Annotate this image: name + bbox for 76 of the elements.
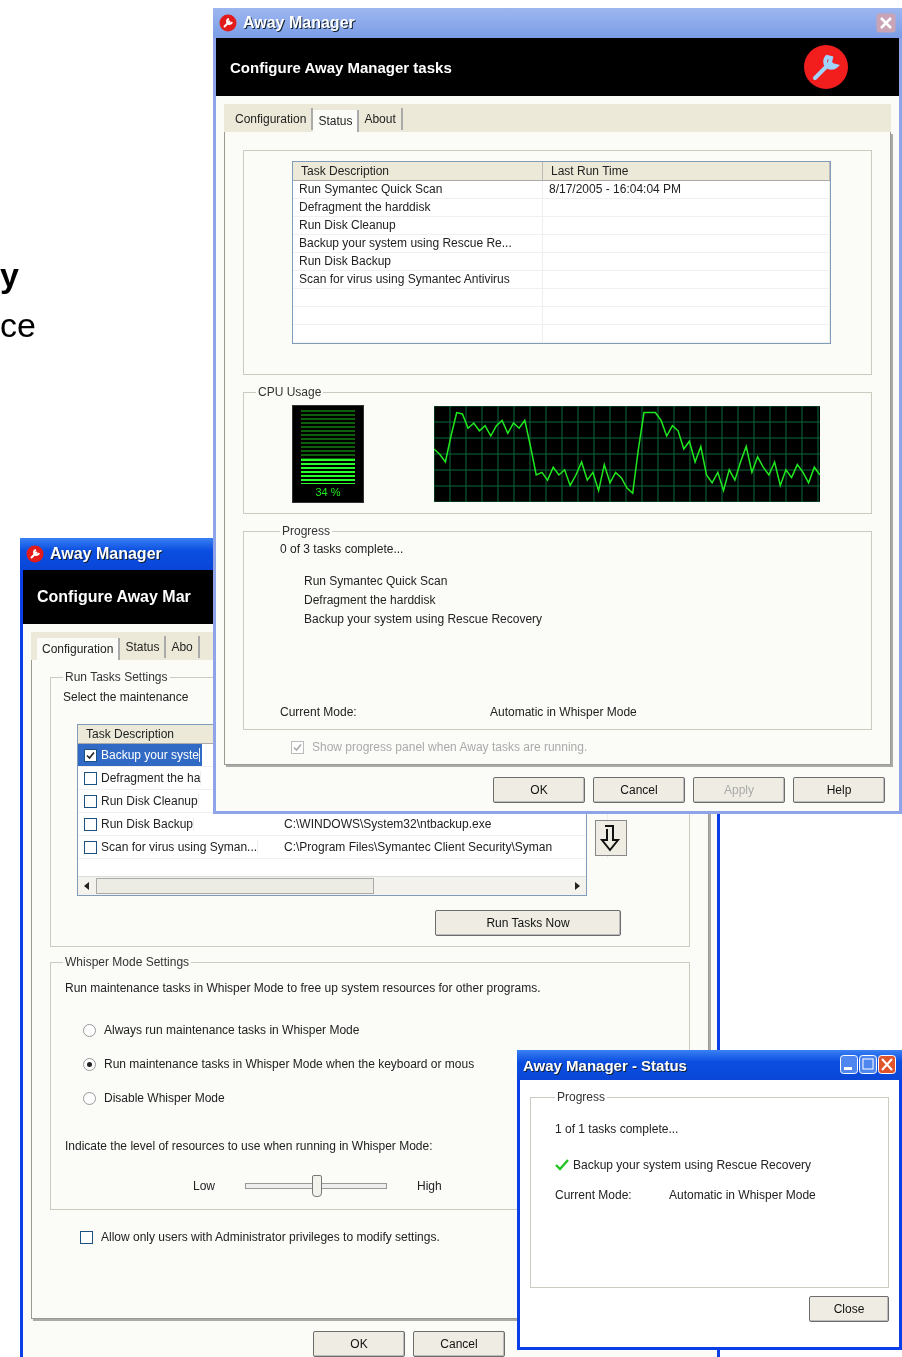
table-cell: Run Disk Cleanup <box>293 217 543 234</box>
tab[interactable]: Status <box>313 110 360 132</box>
table-cell: Backup your system using Rescue Re... <box>293 235 543 252</box>
dialog-button[interactable]: OK <box>313 1331 405 1357</box>
cpu-reading: 34 % <box>315 485 341 498</box>
slider-max-label: High <box>417 1179 442 1193</box>
completed-task: Backup your system using Rescue Recovery <box>573 1158 812 1172</box>
task-row[interactable]: Run Disk Backup <box>78 813 197 835</box>
task-row[interactable]: Defragment the ha <box>78 767 204 789</box>
group-label: Whisper Mode Settings <box>64 955 191 969</box>
tab[interactable]: Configuration <box>37 638 121 660</box>
checkbox[interactable] <box>84 840 97 854</box>
app-logo-icon <box>26 545 44 563</box>
pending-task: Run Symantec Quick Scan <box>304 574 449 588</box>
checkbox[interactable] <box>84 794 97 808</box>
checkbox[interactable] <box>80 1230 93 1244</box>
run-tasks-now-button[interactable]: Run Tasks Now <box>435 910 621 936</box>
pending-task: Defragment the harddisk <box>304 593 437 607</box>
table-cell: Run Symantec Quick Scan <box>293 181 543 198</box>
radio-button[interactable] <box>83 1023 96 1037</box>
slider-thumb[interactable] <box>312 1175 322 1197</box>
horizontal-scrollbar[interactable] <box>78 876 586 895</box>
checkbox[interactable] <box>84 817 97 831</box>
slider-min-label: Low <box>193 1179 215 1193</box>
checkbox[interactable] <box>84 771 97 785</box>
window-title: Away Manager - Status <box>523 1056 687 1074</box>
group-label: CPU Usage <box>257 385 323 399</box>
checkbox-label: Show progress panel when Away tasks are running. <box>312 740 588 754</box>
app-logo-icon <box>219 14 237 32</box>
window-controls-icon[interactable] <box>840 1055 896 1075</box>
column-header[interactable]: Task Description <box>78 725 183 743</box>
tab[interactable]: Abo <box>166 636 200 658</box>
dialog-button[interactable]: Cancel <box>413 1331 505 1357</box>
wrench-icon <box>803 44 849 90</box>
window-title: Away Manager <box>50 545 162 563</box>
description-text: Run maintenance tasks in Whisper Mode to free up system resources for other programs. <box>64 980 542 997</box>
table-cell: Defragment the harddisk <box>293 199 543 216</box>
radio-button[interactable] <box>83 1057 96 1071</box>
mode-label: Current Mode: <box>555 1188 633 1202</box>
mode-label: Current Mode: <box>280 705 358 719</box>
background-text: ce <box>0 308 36 342</box>
dialog-button[interactable]: Help <box>793 777 885 803</box>
checkbox[interactable] <box>84 748 97 762</box>
header-title: Configure Away Mar <box>37 588 191 606</box>
close-button[interactable]: Close <box>809 1296 889 1322</box>
pending-task: Backup your system using Rescue Recovery <box>304 612 544 626</box>
dialog-button[interactable]: OK <box>493 777 585 803</box>
level-prompt: Indicate the level of resources to use when running in Whisper Mode: <box>64 1138 434 1155</box>
table-cell: 8/17/2005 - 16:04:04 PM <box>543 181 830 198</box>
window-title: Away Manager <box>243 14 355 32</box>
radio-label: Always run maintenance tasks in Whisper Mode <box>104 1023 360 1037</box>
column-header[interactable]: Task Description <box>293 162 543 180</box>
task-row[interactable]: Run Disk Cleanup <box>78 790 201 812</box>
column-header[interactable]: Last Run Time <box>543 162 830 180</box>
task-row[interactable]: Backup your syste <box>78 744 203 766</box>
progress-summary: 0 of 3 tasks complete... <box>280 542 404 556</box>
mode-value: Automatic in Whisper Mode <box>669 1188 816 1202</box>
group-label: Progress <box>281 524 332 538</box>
progress-summary: 1 of 1 tasks complete... <box>555 1121 679 1136</box>
radio-label: Disable Whisper Mode <box>104 1091 225 1105</box>
tab[interactable]: About <box>359 108 403 130</box>
mode-value: Automatic in Whisper Mode <box>490 705 637 719</box>
group-label: Progress <box>556 1090 607 1104</box>
dialog-button[interactable]: Cancel <box>593 777 685 803</box>
table-cell: Scan for virus using Symantec Antivirus <box>293 271 543 288</box>
move-down-icon[interactable] <box>595 820 627 856</box>
table-cell: Run Disk Backup <box>293 253 543 270</box>
task-row[interactable]: Scan for virus using Syman... <box>78 836 261 858</box>
group-label: Run Tasks Settings <box>64 670 169 684</box>
checkbox-label: Allow only users with Administrator privileges to modify settings. <box>101 1230 440 1244</box>
header-title: Configure Away Manager tasks <box>230 58 452 76</box>
radio-label: Run maintenance tasks in Whisper Mode when the keyboard or mous <box>104 1057 475 1071</box>
background-text: y <box>0 258 19 292</box>
instruction-text: Select the maintenance <box>63 690 189 704</box>
radio-button[interactable] <box>83 1091 96 1105</box>
tab[interactable]: Status <box>120 636 167 658</box>
